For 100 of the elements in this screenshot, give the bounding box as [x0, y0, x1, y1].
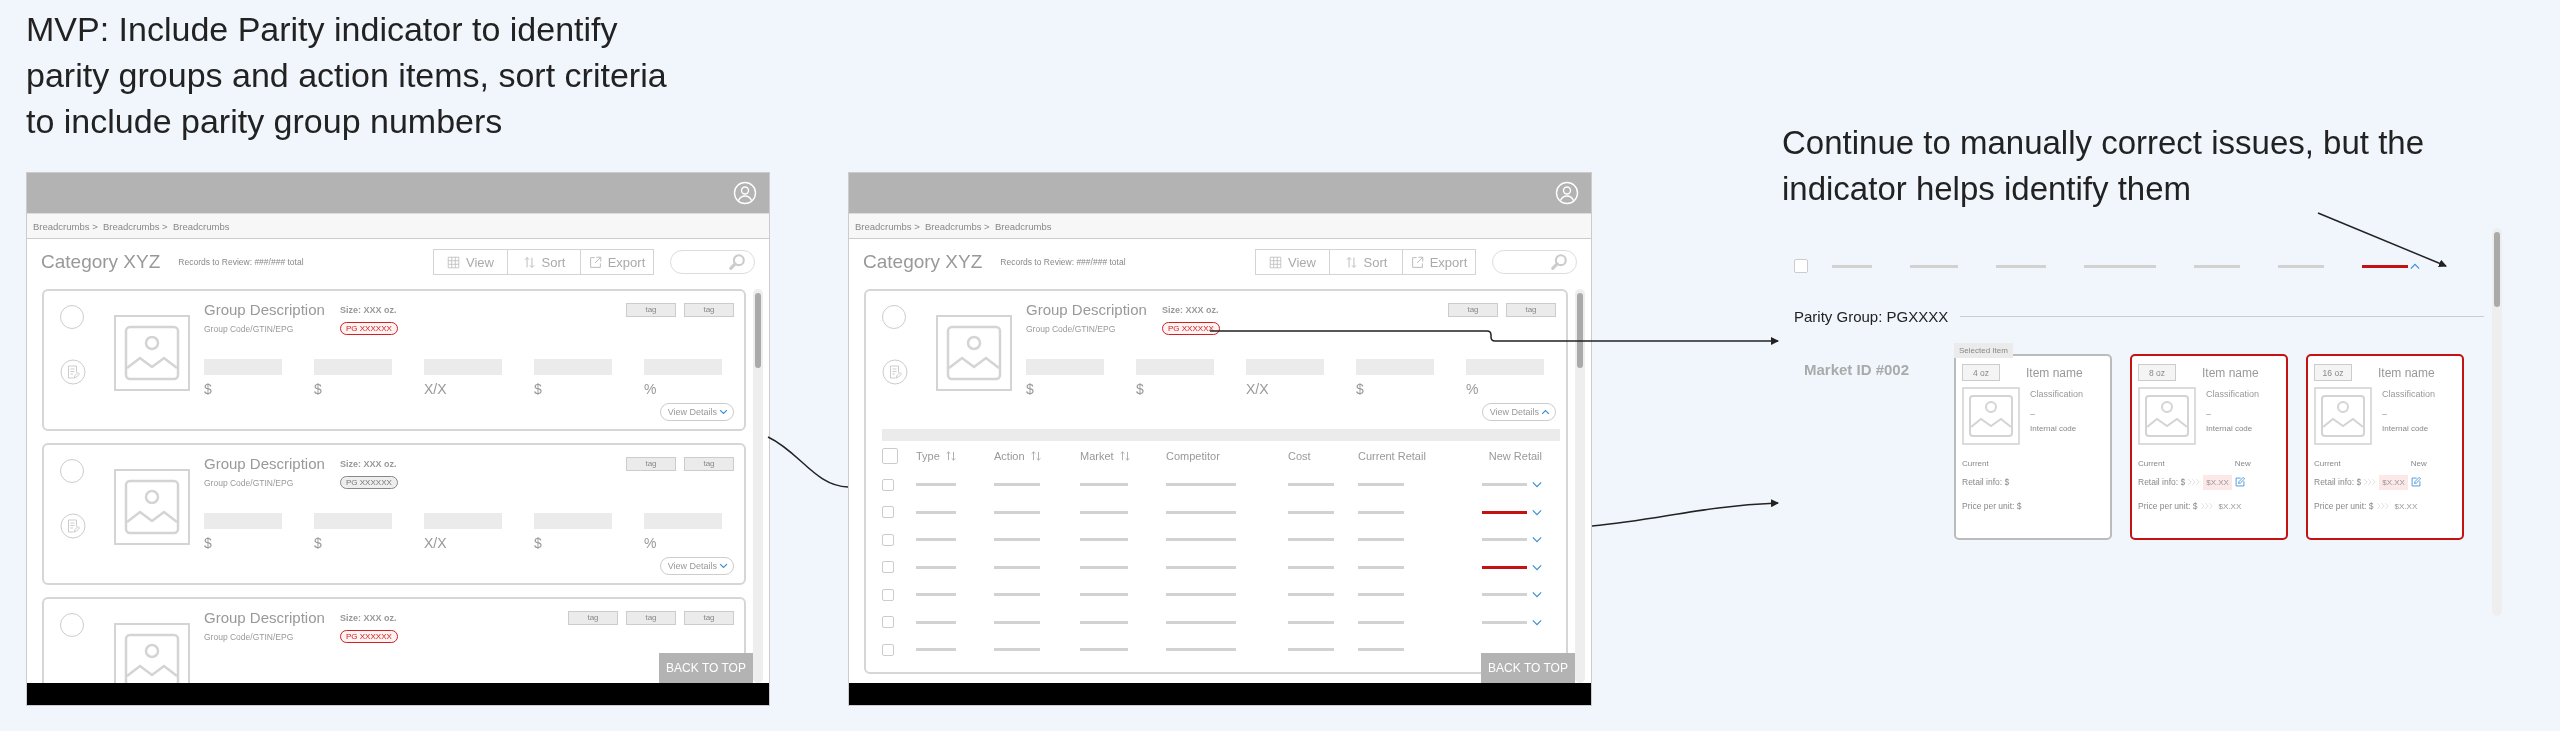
value-label: $ — [204, 381, 213, 397]
placeholder-line — [2194, 264, 2240, 268]
value-label: $ — [314, 381, 323, 397]
grid-icon — [447, 255, 460, 269]
price-label: Price per unit: $ — [1962, 501, 2022, 511]
size-label: Size: XXX oz. — [340, 304, 397, 315]
item-card[interactable]: 4 oz Item name Classification – Internal code Current Retail info: $ Price per unit: $ — [1954, 354, 2112, 540]
parity-badge: PG XXXXXX — [340, 322, 398, 335]
placeholder-line — [916, 483, 956, 487]
chevron-down-icon[interactable] — [1532, 591, 1542, 599]
breadcrumbs[interactable]: Breadcrumbs > Breadcrumbs > Breadcrumbs — [855, 220, 1052, 232]
placeholder-line — [1166, 565, 1236, 569]
scrollbar[interactable] — [2494, 232, 2500, 307]
column-header[interactable]: Action — [994, 450, 1080, 462]
price-label: Price per unit: $ — [2138, 501, 2198, 511]
column-header[interactable]: Market — [1080, 450, 1166, 462]
new-value-field[interactable]: $X.XX — [2203, 474, 2232, 490]
placeholder-line — [1358, 538, 1404, 542]
size-tag: 16 oz — [2314, 364, 2352, 381]
row-checkbox[interactable] — [882, 533, 894, 546]
value-label: X/X — [424, 381, 448, 397]
row-checkbox[interactable] — [882, 643, 894, 656]
placeholder-line — [994, 648, 1040, 652]
placeholder-dash: – — [2206, 409, 2212, 419]
user-icon[interactable] — [1555, 181, 1579, 205]
export-icon — [588, 255, 602, 269]
retail-label: Retail info: $ — [2314, 477, 2362, 487]
tag: tag — [568, 610, 618, 625]
placeholder-line — [1166, 483, 1236, 487]
row-checkbox[interactable] — [882, 561, 894, 574]
chevron-down-icon[interactable] — [1532, 563, 1542, 571]
view-details-button[interactable]: View Details — [1481, 403, 1556, 421]
chevron-icon — [719, 409, 728, 415]
breadcrumbs[interactable]: Breadcrumbs > Breadcrumbs > Breadcrumbs — [33, 220, 230, 232]
placeholder-line — [1166, 538, 1236, 542]
chevron-icon[interactable] — [2410, 262, 2420, 270]
row-checkbox[interactable] — [882, 478, 894, 491]
new-value: $X.XX — [2217, 500, 2243, 513]
back-to-top-button[interactable]: BACK TO TOP — [1481, 653, 1575, 683]
back-to-top-button[interactable]: BACK TO TOP — [659, 653, 753, 683]
placeholder-line — [1358, 593, 1404, 597]
scrollbar[interactable] — [755, 293, 761, 368]
placeholder-line — [916, 538, 956, 542]
placeholder-line — [1996, 264, 2046, 268]
tag: tag — [626, 456, 676, 471]
placeholder-line — [1288, 565, 1334, 569]
size-tag: 4 oz — [1962, 364, 2000, 381]
group-title: Group Description — [204, 455, 326, 472]
value-label: $ — [204, 535, 213, 551]
edit-icon[interactable] — [2234, 477, 2245, 487]
placeholder-line — [916, 510, 956, 514]
chevron-down-icon[interactable] — [1532, 481, 1542, 489]
scrollbar[interactable] — [1577, 293, 1583, 368]
row-checkbox[interactable] — [882, 616, 894, 629]
chevrons-icon — [2375, 502, 2390, 510]
placeholder-line — [1288, 620, 1334, 624]
note-icon[interactable] — [60, 359, 86, 385]
new-value-field[interactable]: $X.XX — [2379, 474, 2408, 490]
view-details-button[interactable]: View Details — [659, 403, 734, 421]
placeholder-line — [1080, 620, 1128, 624]
placeholder-line — [1166, 510, 1236, 514]
sort-icon — [944, 451, 957, 461]
sort-icon — [1029, 451, 1042, 461]
group-title: Group Description — [204, 609, 326, 626]
chevron-down-icon[interactable] — [1532, 618, 1542, 626]
row-checkbox[interactable] — [882, 588, 894, 601]
page-title: Category XYZ — [863, 251, 983, 273]
note-icon[interactable] — [882, 359, 908, 385]
item-card[interactable]: 16 oz Item name Classification – Internal code Current New Retail info: $ $X.XX Price per unit: $ $X.XX — [2306, 354, 2464, 540]
image-placeholder-icon — [114, 469, 190, 545]
item-card[interactable]: 8 oz Item name Classification – Internal code Current New Retail info: $ $X.XX Price per unit: $ $X.XX — [2130, 354, 2288, 540]
heading-line: MVP: Include Parity indicator to identify — [26, 9, 619, 50]
search-icon — [728, 253, 746, 271]
placeholder-line — [1166, 648, 1236, 652]
note-icon[interactable] — [60, 513, 86, 539]
column-header[interactable]: New Retail — [1462, 450, 1542, 462]
chevron-down-icon[interactable] — [1532, 508, 1542, 516]
image-placeholder-icon — [114, 315, 190, 391]
row-checkbox[interactable] — [1794, 259, 1808, 273]
grid-icon — [1269, 255, 1282, 269]
user-icon[interactable] — [733, 181, 757, 205]
row-checkbox[interactable] — [882, 506, 894, 519]
chevron-icon — [719, 563, 728, 569]
new-value: $X.XX — [2393, 500, 2419, 513]
select-all-checkbox[interactable] — [882, 448, 898, 464]
image-placeholder-icon — [2314, 387, 2372, 445]
tag: tag — [626, 610, 676, 625]
column-header[interactable]: Type — [916, 450, 994, 462]
column-header[interactable]: Cost — [1272, 450, 1358, 462]
column-header[interactable]: Current Retail — [1358, 450, 1462, 462]
page-title: Category XYZ — [41, 251, 161, 273]
group-title: Group Description — [204, 301, 326, 318]
size-label: Size: XXX oz. — [340, 612, 397, 623]
placeholder-line — [994, 620, 1040, 624]
view-details-button[interactable]: View Details — [659, 557, 734, 575]
market-label: Market ID #002 — [1803, 361, 1911, 380]
group-code: Group Code/GTIN/EPG — [204, 477, 295, 488]
column-header[interactable]: Competitor — [1166, 450, 1272, 462]
chevron-down-icon[interactable] — [1532, 536, 1542, 544]
edit-icon[interactable] — [2410, 477, 2421, 487]
